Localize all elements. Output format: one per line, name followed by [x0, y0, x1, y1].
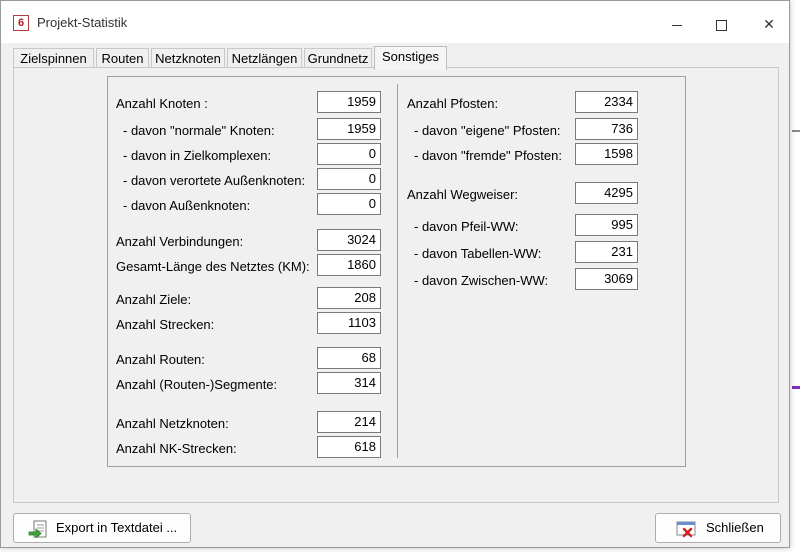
column-divider	[397, 84, 398, 458]
value-routen: 68	[317, 347, 381, 369]
tab-netzlaengen[interactable]: Netzlängen	[227, 48, 302, 68]
label-fremde-pfosten: - davon "fremde" Pfosten:	[414, 148, 562, 163]
label-segmente: Anzahl (Routen-)Segmente:	[116, 377, 278, 392]
value-zwischen-ww: 3069	[575, 268, 638, 290]
title-bar: 6 Projekt-Statistik ✕	[1, 1, 789, 43]
background-map-line	[792, 130, 800, 132]
export-button[interactable]: Export in Textdatei ...	[13, 513, 191, 543]
value-normale-knoten: 1959	[317, 118, 381, 140]
label-gesamtlaenge: Gesamt-Länge des Netztes (KM):	[116, 259, 310, 274]
statistics-dialog: 6 Projekt-Statistik ✕ Zielspinnen Routen…	[0, 0, 790, 548]
tab-grundnetz[interactable]: Grundnetz	[304, 48, 372, 68]
close-button-label: Schließen	[706, 520, 764, 535]
tab-sonstiges[interactable]: Sonstiges	[374, 46, 447, 70]
value-eigene-pfosten: 736	[575, 118, 638, 140]
label-pfeil-ww: - davon Pfeil-WW:	[414, 219, 519, 234]
value-tabellen-ww: 231	[575, 241, 638, 263]
label-verbindungen: Anzahl Verbindungen:	[116, 234, 244, 249]
export-file-icon	[28, 520, 48, 539]
label-pfosten: Anzahl Pfosten:	[407, 96, 499, 111]
value-nk-strecken: 618	[317, 436, 381, 458]
export-button-label: Export in Textdatei ...	[56, 520, 178, 535]
maximize-icon	[715, 19, 727, 31]
background-map-line	[792, 386, 800, 389]
window-title: Projekt-Statistik	[37, 15, 128, 30]
value-wegweiser: 4295	[575, 182, 638, 204]
close-icon: ✕	[763, 16, 775, 32]
maximize-button[interactable]	[701, 11, 741, 37]
label-routen: Anzahl Routen:	[116, 352, 205, 367]
close-dialog-icon	[676, 520, 696, 538]
label-netzknoten: Anzahl Netzknoten:	[116, 416, 229, 431]
app-logo-icon: 6	[13, 15, 29, 31]
minimize-icon	[672, 24, 682, 26]
value-pfeil-ww: 995	[575, 214, 638, 236]
label-nk-strecken: Anzahl NK-Strecken:	[116, 441, 237, 456]
value-pfosten: 2334	[575, 91, 638, 113]
minimize-button[interactable]	[657, 11, 697, 37]
label-normale-knoten: - davon "normale" Knoten:	[123, 123, 275, 138]
close-button[interactable]: Schließen	[655, 513, 781, 543]
tab-netzknoten[interactable]: Netzknoten	[151, 48, 225, 68]
tab-zielspinnen[interactable]: Zielspinnen	[13, 48, 94, 68]
value-verbindungen: 3024	[317, 229, 381, 251]
label-strecken: Anzahl Strecken:	[116, 317, 215, 332]
tab-routen[interactable]: Routen	[96, 48, 149, 68]
value-ziele: 208	[317, 287, 381, 309]
label-eigene-pfosten: - davon "eigene" Pfosten:	[414, 123, 561, 138]
value-aussenknoten: 0	[317, 193, 381, 215]
value-verortete-aussenknoten: 0	[317, 168, 381, 190]
label-wegweiser: Anzahl Wegweiser:	[407, 187, 519, 202]
value-strecken: 1103	[317, 312, 381, 334]
value-segmente: 314	[317, 372, 381, 394]
label-aussenknoten: - davon Außenknoten:	[123, 198, 251, 213]
value-zielkomplexe: 0	[317, 143, 381, 165]
value-anzahl-knoten: 1959	[317, 91, 381, 113]
label-tabellen-ww: - davon Tabellen-WW:	[414, 246, 542, 261]
close-window-button[interactable]: ✕	[749, 11, 789, 37]
value-gesamtlaenge: 1860	[317, 254, 381, 276]
label-zielkomplexe: - davon in Zielkomplexen:	[123, 148, 272, 163]
label-anzahl-knoten: Anzahl Knoten :	[116, 96, 208, 111]
value-netzknoten: 214	[317, 411, 381, 433]
value-fremde-pfosten: 1598	[575, 143, 638, 165]
label-verortete-aussenknoten: - davon verortete Außenknoten:	[123, 173, 306, 188]
label-zwischen-ww: - davon Zwischen-WW:	[414, 273, 549, 288]
label-ziele: Anzahl Ziele:	[116, 292, 192, 307]
